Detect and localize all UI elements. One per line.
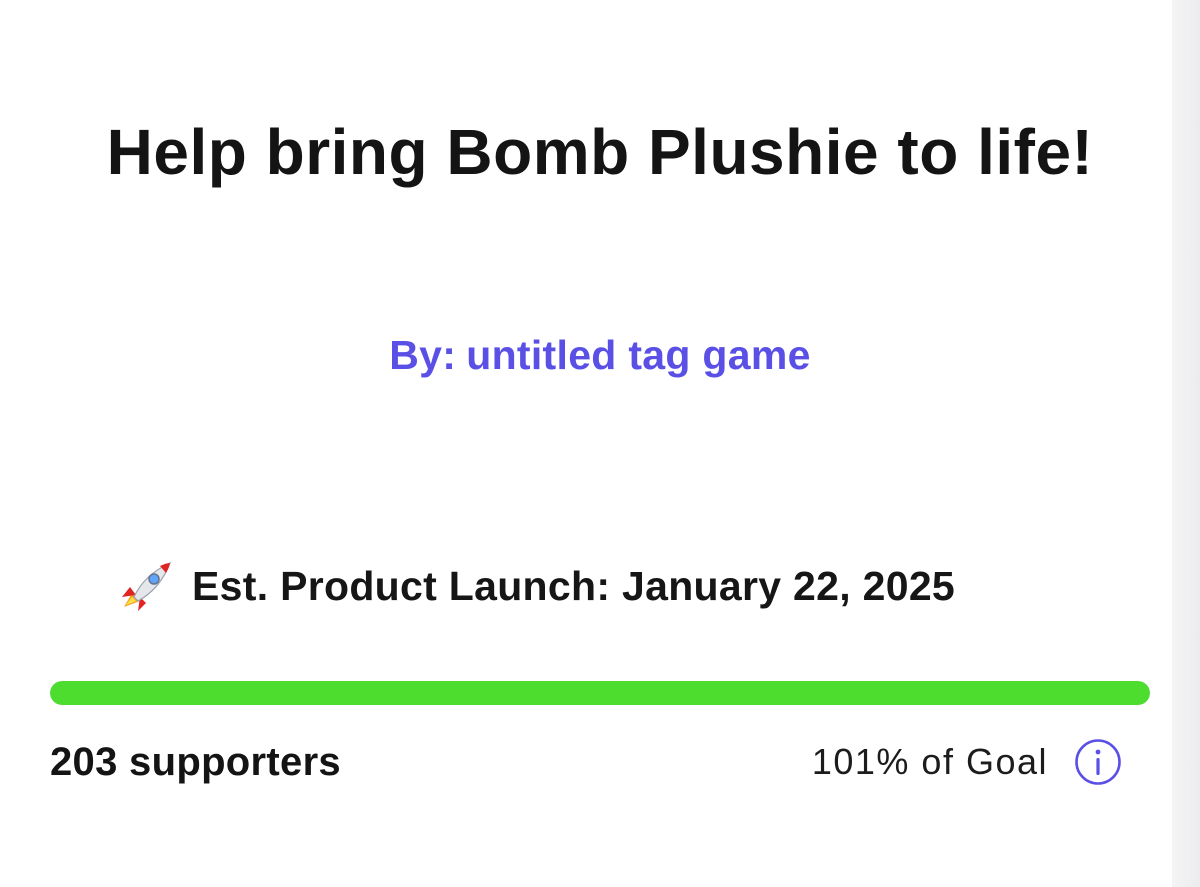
goal-percentage: 101% of Goal [811,741,1048,782]
funding-progress-bar [50,681,1150,705]
campaign-title: Help bring Bomb Plushie to life! [106,116,1094,188]
byline-prefix: By: [389,332,457,378]
scrollbar-track[interactable] [1172,0,1200,887]
goal-status: 101% of Goal [812,736,1122,788]
funding-progress-fill [50,681,1150,705]
rocket-icon [116,557,178,615]
supporters-count: 203 supporters [50,740,341,784]
campaign-card: Help bring Bomb Plushie to life! By: unti… [0,0,1172,887]
creator-link[interactable]: untitled tag game [466,332,811,378]
creator-byline: By: untitled tag game [200,328,1000,382]
launch-date-row: Est. Product Launch: January 22, 2025 [116,556,955,616]
launch-date-text: Est. Product Launch: January 22, 2025 [192,562,956,609]
info-icon[interactable] [1074,738,1122,786]
